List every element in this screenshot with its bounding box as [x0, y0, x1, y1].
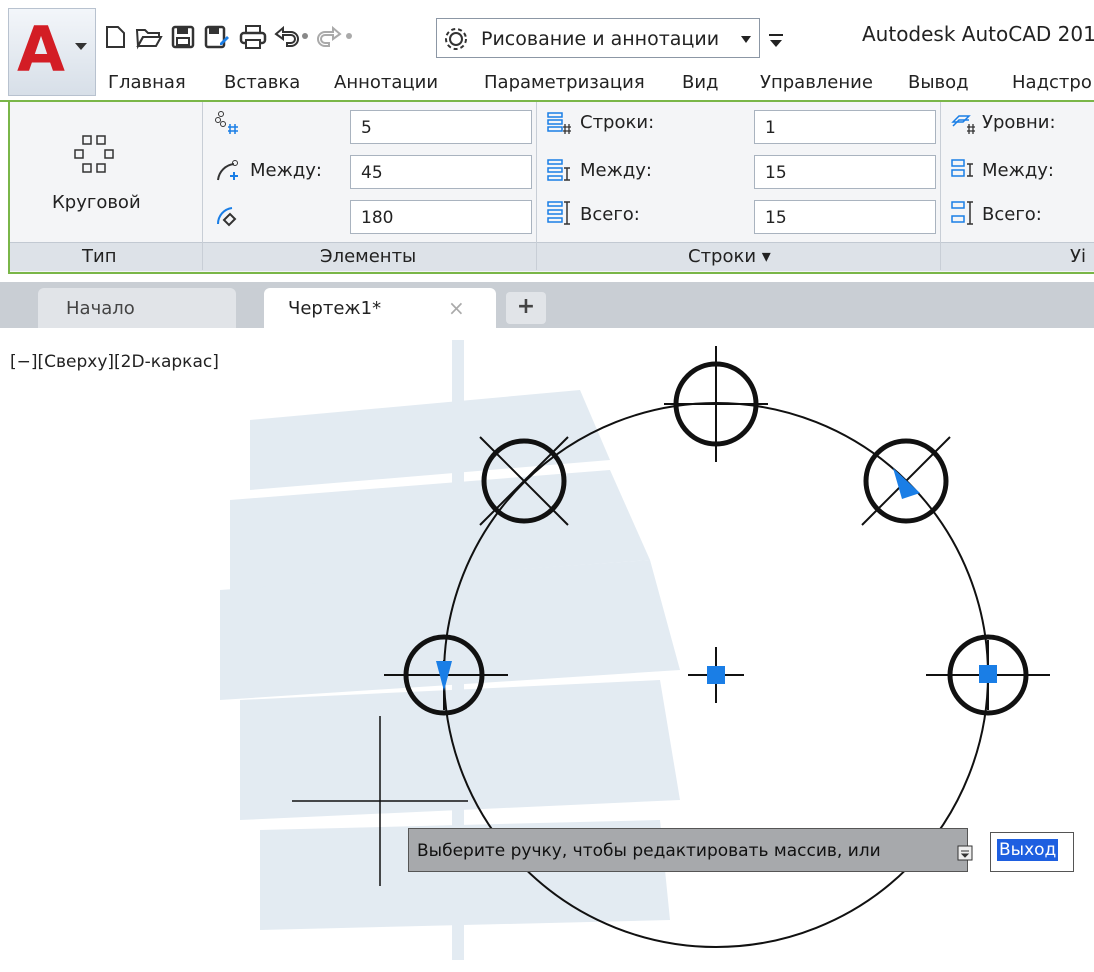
tab-parametric[interactable]: Параметризация — [484, 72, 645, 93]
redo-dropdown-icon[interactable] — [346, 33, 352, 39]
rows-icon — [546, 110, 572, 136]
array-item-circle[interactable] — [664, 346, 768, 462]
angle-between-icon — [214, 158, 240, 184]
exit-option-input[interactable]: Выход — [990, 832, 1074, 872]
items-fill-input[interactable]: 180 — [350, 200, 532, 234]
prompt-text: Выберите ручку, чтобы редактировать масс… — [417, 841, 881, 861]
chevron-down-icon — [75, 43, 87, 50]
items-between-input[interactable]: 45 — [350, 155, 532, 189]
customize-quick-access-button[interactable] — [766, 22, 788, 56]
rows-total-input[interactable]: 15 — [754, 200, 936, 234]
drawing-canvas[interactable] — [0, 328, 1094, 972]
ribbon-tab-strip: Главная Вставка Аннотации Параметризация… — [96, 66, 1094, 102]
window-title: Autodesk AutoCAD 201 — [862, 22, 1094, 46]
array-item-circle[interactable] — [861, 436, 951, 526]
undo-dropdown-icon[interactable] — [302, 33, 308, 39]
tab-output[interactable]: Вывод — [908, 72, 969, 93]
tab-drawing[interactable]: Чертеж1* × — [264, 288, 496, 328]
workspace-name: Рисование и аннотации — [481, 28, 720, 50]
close-icon[interactable]: × — [448, 296, 465, 320]
fill-angle-icon — [214, 202, 240, 228]
rows-between-input[interactable]: 15 — [754, 155, 936, 189]
levels-between-icon — [950, 156, 976, 182]
polar-array-button[interactable]: Круговой — [52, 192, 141, 213]
levels-icon — [950, 110, 976, 136]
autocad-logo-icon: A — [17, 13, 65, 86]
options-down-icon[interactable] — [957, 845, 973, 865]
tab-view[interactable]: Вид — [682, 72, 719, 93]
panel-separator — [536, 102, 537, 270]
tab-drawing-label: Чертеж1* — [288, 298, 382, 319]
print-icon[interactable] — [238, 22, 268, 52]
array-item-circle[interactable] — [926, 634, 1050, 716]
redo-icon[interactable] — [314, 22, 344, 52]
items-between-label: Между: — [250, 160, 322, 181]
levels-label: Уровни: — [982, 112, 1056, 133]
save-as-icon[interactable] — [202, 22, 232, 52]
panel-title-rows[interactable]: Строки ▾ — [688, 246, 771, 267]
tab-home[interactable]: Главная — [108, 72, 186, 93]
rows-total-icon — [546, 200, 572, 226]
command-prompt-tooltip: Выберите ручку, чтобы редактировать масс… — [408, 828, 973, 872]
rows-label: Строки: — [580, 112, 655, 133]
ribbon-panel: Круговой Тип Между: 5 45 180 Элементы Ст… — [8, 102, 1094, 274]
panel-separator — [202, 102, 203, 270]
viewport-controls[interactable]: [−][Сверху][2D-каркас] — [10, 352, 219, 372]
tab-start-label: Начало — [66, 298, 135, 319]
exit-option-text: Выход — [997, 839, 1059, 861]
levels-total-label: Всего: — [982, 204, 1042, 225]
rows-total-label: Всего: — [580, 204, 640, 225]
panel-title-type: Тип — [82, 246, 117, 267]
center-grip[interactable] — [688, 647, 744, 703]
panel-title-items: Элементы — [320, 246, 417, 267]
tab-annotate[interactable]: Аннотации — [334, 72, 438, 93]
items-count-icon — [214, 110, 240, 136]
rows-between-icon — [546, 156, 572, 182]
tab-insert[interactable]: Вставка — [224, 72, 300, 93]
rows-count-input[interactable]: 1 — [754, 110, 936, 144]
tab-manage[interactable]: Управление — [760, 72, 873, 93]
panel-title-bar — [10, 242, 1094, 271]
items-count-input[interactable]: 5 — [350, 110, 532, 144]
new-tab-button[interactable]: + — [506, 292, 546, 324]
panel-separator — [940, 102, 941, 270]
levels-between-label: Между: — [982, 160, 1054, 181]
tab-addins[interactable]: Надстро — [1012, 72, 1092, 93]
levels-total-icon — [950, 200, 976, 226]
undo-icon[interactable] — [272, 22, 302, 52]
gear-icon — [443, 26, 469, 56]
polar-array-icon[interactable] — [60, 130, 130, 190]
panel-title-levels: Уі — [1070, 246, 1086, 267]
tab-start[interactable]: Начало — [38, 288, 236, 328]
rows-between-label: Между: — [580, 160, 652, 181]
new-file-icon[interactable] — [100, 22, 130, 52]
workspace-select[interactable]: Рисование и аннотации — [436, 18, 760, 58]
save-icon[interactable] — [168, 22, 198, 52]
chevron-down-icon — [741, 36, 751, 43]
open-file-icon[interactable] — [134, 22, 164, 52]
application-menu-button[interactable]: A — [8, 8, 96, 96]
